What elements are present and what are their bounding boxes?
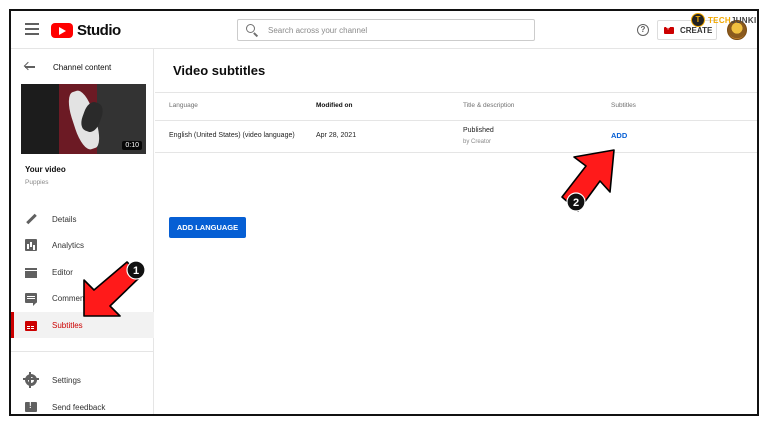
back-arrow-icon	[25, 62, 35, 72]
sidebar-item-comments[interactable]: Comments	[11, 285, 154, 311]
sidebar-item-label: Editor	[52, 267, 73, 277]
youtube-play-icon	[51, 22, 73, 38]
sidebar-item-details[interactable]: Details	[11, 206, 154, 232]
video-duration: 0:10	[122, 141, 142, 150]
techjunkie-logo-icon: T	[691, 13, 705, 27]
help-icon[interactable]: ?	[637, 24, 649, 36]
your-video-label: Your video	[25, 165, 66, 174]
sidebar-item-subtitles[interactable]: Subtitles	[11, 312, 154, 338]
video-name: Puppies	[25, 179, 49, 186]
row-status: Published	[463, 127, 494, 134]
video-camera-icon	[664, 25, 674, 34]
search-box[interactable]	[237, 19, 535, 41]
column-header-modified: Modified on	[316, 102, 353, 109]
search-icon[interactable]	[246, 24, 258, 36]
sidebar-item-label: Subtitles	[52, 320, 83, 330]
watermark-text: TECHJUNKIE	[708, 15, 757, 25]
feedback-icon	[25, 401, 37, 412]
app-window: Studio ? CREATE Channel content 0:10 You…	[9, 9, 759, 416]
row-modified: Apr 28, 2021	[316, 132, 357, 139]
sidebar-item-send-feedback[interactable]: Send feedback	[11, 394, 154, 414]
menu-icon[interactable]	[25, 23, 39, 35]
row-status-sub: by Creator	[463, 139, 492, 145]
divider	[155, 152, 757, 153]
sidebar: Channel content 0:10 Your video Puppies …	[11, 49, 154, 414]
back-to-channel-content[interactable]: Channel content	[11, 59, 154, 75]
sidebar-item-analytics[interactable]: Analytics	[11, 232, 154, 258]
main-content: Video subtitles Language Modified on Tit…	[155, 49, 757, 414]
editor-icon	[25, 268, 37, 278]
subtitles-icon	[25, 321, 37, 331]
search-input[interactable]	[268, 25, 518, 35]
pencil-icon	[25, 213, 37, 225]
sidebar-item-settings[interactable]: Settings	[11, 367, 154, 393]
back-label: Channel content	[53, 62, 112, 72]
sidebar-item-label: Analytics	[52, 240, 85, 250]
comments-icon	[25, 293, 37, 306]
analytics-icon	[25, 239, 37, 251]
add-subtitles-link[interactable]: ADD	[611, 131, 627, 140]
logo-text: Studio	[77, 21, 121, 39]
sidebar-item-label: Details	[52, 214, 77, 224]
sidebar-item-editor[interactable]: Editor	[11, 259, 154, 285]
divider	[155, 92, 757, 93]
techjunkie-watermark: T TECHJUNKIE	[691, 13, 757, 27]
add-language-button[interactable]: ADD LANGUAGE	[169, 217, 246, 238]
sidebar-item-label: Send feedback	[52, 402, 106, 412]
gear-icon	[23, 372, 39, 388]
studio-logo[interactable]: Studio	[51, 20, 121, 40]
column-header-title-description: Title & description	[463, 102, 515, 109]
column-header-subtitles: Subtitles	[611, 102, 636, 109]
row-language: English (United States) (video language)	[169, 132, 295, 139]
column-header-language: Language	[169, 102, 198, 109]
divider	[155, 120, 757, 121]
video-thumbnail[interactable]: 0:10	[21, 84, 146, 154]
sidebar-item-label: Settings	[52, 375, 81, 385]
top-bar: Studio ? CREATE	[11, 11, 757, 49]
sidebar-divider	[11, 351, 154, 352]
page-title: Video subtitles	[173, 63, 266, 78]
sidebar-item-label: Comments	[52, 293, 91, 303]
